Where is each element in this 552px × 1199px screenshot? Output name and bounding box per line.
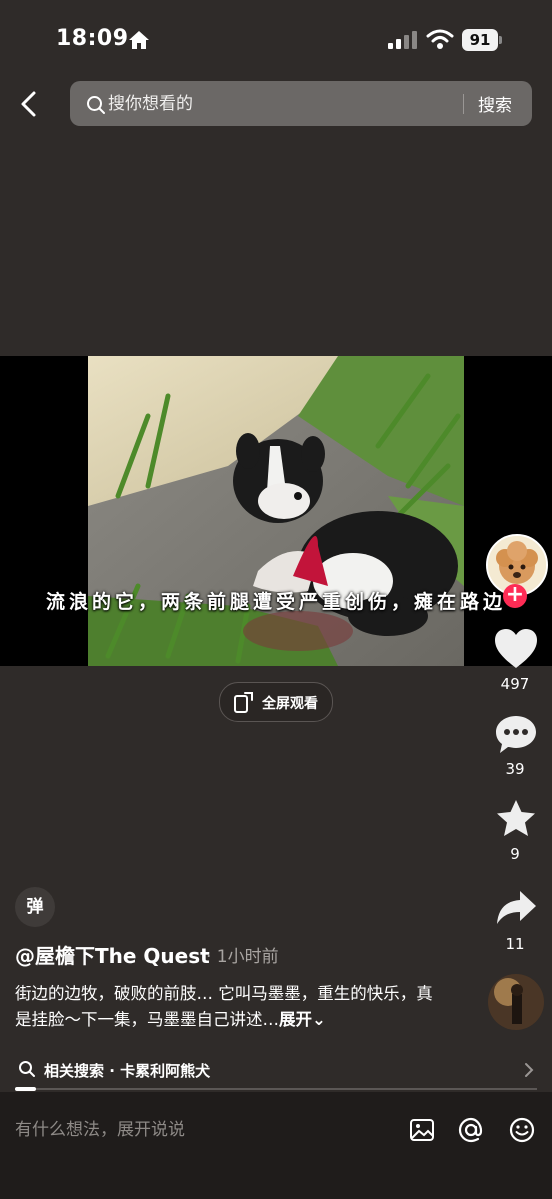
expand-button[interactable]: 展开⌄ (279, 1010, 326, 1029)
emoji-icon[interactable] (508, 1116, 536, 1144)
battery-indicator: 91 (462, 29, 498, 51)
related-search-icon (19, 1061, 35, 1077)
follow-button[interactable]: + (503, 584, 527, 608)
status-time: 18:09 (56, 26, 129, 51)
comment-bar (0, 1092, 552, 1199)
post-description[interactable]: 街边的边牧，破败的前肢… 它叫马墨墨，重生的快乐，真是挂脸～下一集，马墨墨自己讲… (15, 981, 435, 1033)
search-icon (87, 96, 105, 114)
fullscreen-rotate-icon (234, 692, 253, 713)
favorite-star-icon[interactable] (494, 798, 538, 840)
like-count: 497 (500, 675, 530, 693)
like-heart-icon[interactable] (494, 628, 538, 670)
image-picker-icon[interactable] (408, 1116, 436, 1144)
chevron-right-icon[interactable] (523, 1062, 535, 1078)
cellular-signal-icon (388, 31, 417, 49)
mention-at-icon[interactable] (457, 1116, 485, 1144)
video-thumbnail-image (88, 356, 464, 666)
battery-tip (499, 36, 502, 44)
favorite-count: 9 (510, 845, 520, 863)
back-arrow-icon[interactable] (14, 88, 46, 120)
video-subtitle: 流浪的它，两条前腿遭受严重创伤，瘫在路边 (45, 591, 506, 613)
description-text: 街边的边牧，破败的前肢… 它叫马墨墨，重生的快乐，真是挂脸～下一集，马墨墨自己讲… (15, 984, 433, 1029)
search-button[interactable]: 搜索 (478, 91, 512, 116)
home-icon (129, 31, 149, 49)
video-progress-fill (15, 1087, 36, 1091)
post-time: · 1小时前 (206, 947, 279, 967)
share-arrow-icon[interactable] (494, 888, 538, 928)
share-count: 11 (505, 935, 525, 953)
comment-input[interactable] (15, 1118, 375, 1142)
music-disc[interactable] (488, 974, 544, 1030)
comment-bubble-icon[interactable] (494, 714, 538, 756)
search-divider (463, 94, 464, 114)
video-frame[interactable] (88, 356, 464, 666)
author-name[interactable]: @屋檐下The Quest (15, 940, 210, 969)
danmaku-toggle-button[interactable]: 弹 (15, 887, 55, 927)
wifi-icon (426, 29, 454, 49)
fullscreen-label: 全屏观看 (262, 696, 318, 712)
related-search-link[interactable]: 相关搜索 · 卡累利阿熊犬 (44, 1060, 210, 1081)
search-input[interactable] (108, 91, 438, 117)
comment-count: 39 (505, 760, 525, 778)
video-progress-track[interactable] (15, 1088, 537, 1090)
music-cover-image (488, 974, 544, 1030)
